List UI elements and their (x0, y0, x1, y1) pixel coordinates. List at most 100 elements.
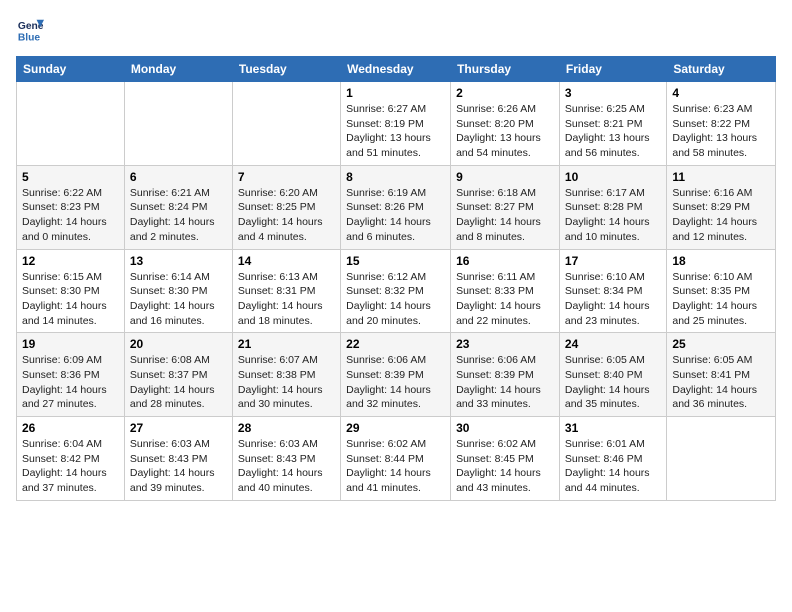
day-info: Sunrise: 6:07 AM Sunset: 8:38 PM Dayligh… (238, 353, 335, 412)
logo-icon: General Blue (16, 16, 44, 44)
day-info: Sunrise: 6:15 AM Sunset: 8:30 PM Dayligh… (22, 270, 119, 329)
day-info: Sunrise: 6:02 AM Sunset: 8:45 PM Dayligh… (456, 437, 554, 496)
calendar-cell: 22 Sunrise: 6:06 AM Sunset: 8:39 PM Dayli… (341, 333, 451, 417)
calendar-cell: 25 Sunrise: 6:05 AM Sunset: 8:41 PM Dayli… (667, 333, 776, 417)
day-number: 31 (565, 421, 661, 435)
calendar-table: SundayMondayTuesdayWednesdayThursdayFrid… (16, 56, 776, 501)
day-number: 13 (130, 254, 227, 268)
day-number: 24 (565, 337, 661, 351)
page-header: General Blue (16, 16, 776, 44)
calendar-cell: 17Sunrise: 6:10 AM Sunset: 8:34 PM Dayli… (559, 249, 666, 333)
day-info: Sunrise: 6:12 AM Sunset: 8:32 PM Dayligh… (346, 270, 445, 329)
day-info: Sunrise: 6:27 AM Sunset: 8:19 PM Dayligh… (346, 102, 445, 161)
day-info: Sunrise: 6:25 AM Sunset: 8:21 PM Dayligh… (565, 102, 661, 161)
day-number: 16 (456, 254, 554, 268)
weekday-header: Tuesday (232, 57, 340, 82)
day-info: Sunrise: 6:03 AM Sunset: 8:43 PM Dayligh… (130, 437, 227, 496)
calendar-cell: 3Sunrise: 6:25 AM Sunset: 8:21 PM Daylig… (559, 82, 666, 166)
day-number: 12 (22, 254, 119, 268)
calendar-cell: 15 Sunrise: 6:12 AM Sunset: 8:32 PM Dayli… (341, 249, 451, 333)
calendar-cell: 12 Sunrise: 6:15 AM Sunset: 8:30 PM Dayli… (17, 249, 125, 333)
calendar-cell: 7 Sunrise: 6:20 AM Sunset: 8:25 PM Daylig… (232, 165, 340, 249)
day-number: 2 (456, 86, 554, 100)
calendar-week-row: 19 Sunrise: 6:09 AM Sunset: 8:36 PM Dayli… (17, 333, 776, 417)
day-info: Sunrise: 6:06 AM Sunset: 8:39 PM Dayligh… (346, 353, 445, 412)
day-number: 19 (22, 337, 119, 351)
day-info: Sunrise: 6:22 AM Sunset: 8:23 PM Dayligh… (22, 186, 119, 245)
day-info: Sunrise: 6:10 AM Sunset: 8:34 PM Dayligh… (565, 270, 661, 329)
day-info: Sunrise: 6:17 AM Sunset: 8:28 PM Dayligh… (565, 186, 661, 245)
weekday-header: Saturday (667, 57, 776, 82)
calendar-cell: 5Sunrise: 6:22 AM Sunset: 8:23 PM Daylig… (17, 165, 125, 249)
calendar-week-row: 5Sunrise: 6:22 AM Sunset: 8:23 PM Daylig… (17, 165, 776, 249)
calendar-cell: 10 Sunrise: 6:17 AM Sunset: 8:28 PM Dayli… (559, 165, 666, 249)
calendar-cell: 9Sunrise: 6:18 AM Sunset: 8:27 PM Daylig… (451, 165, 560, 249)
day-number: 28 (238, 421, 335, 435)
calendar-cell: 28 Sunrise: 6:03 AM Sunset: 8:43 PM Dayli… (232, 417, 340, 501)
calendar-cell: 26 Sunrise: 6:04 AM Sunset: 8:42 PM Dayli… (17, 417, 125, 501)
day-number: 25 (672, 337, 770, 351)
calendar-cell: 20 Sunrise: 6:08 AM Sunset: 8:37 PM Dayli… (124, 333, 232, 417)
day-number: 29 (346, 421, 445, 435)
calendar-week-row: 1 Sunrise: 6:27 AM Sunset: 8:19 PM Daylig… (17, 82, 776, 166)
day-info: Sunrise: 6:16 AM Sunset: 8:29 PM Dayligh… (672, 186, 770, 245)
calendar-cell (667, 417, 776, 501)
weekday-header: Sunday (17, 57, 125, 82)
weekday-header: Monday (124, 57, 232, 82)
day-number: 23 (456, 337, 554, 351)
day-info: Sunrise: 6:19 AM Sunset: 8:26 PM Dayligh… (346, 186, 445, 245)
day-number: 10 (565, 170, 661, 184)
day-number: 22 (346, 337, 445, 351)
day-info: Sunrise: 6:08 AM Sunset: 8:37 PM Dayligh… (130, 353, 227, 412)
day-info: Sunrise: 6:06 AM Sunset: 8:39 PM Dayligh… (456, 353, 554, 412)
calendar-cell: 1 Sunrise: 6:27 AM Sunset: 8:19 PM Daylig… (341, 82, 451, 166)
weekday-header: Thursday (451, 57, 560, 82)
day-info: Sunrise: 6:11 AM Sunset: 8:33 PM Dayligh… (456, 270, 554, 329)
calendar-cell (124, 82, 232, 166)
day-info: Sunrise: 6:03 AM Sunset: 8:43 PM Dayligh… (238, 437, 335, 496)
calendar-cell: 13 Sunrise: 6:14 AM Sunset: 8:30 PM Dayli… (124, 249, 232, 333)
calendar-cell: 29 Sunrise: 6:02 AM Sunset: 8:44 PM Dayli… (341, 417, 451, 501)
calendar-cell: 16 Sunrise: 6:11 AM Sunset: 8:33 PM Dayli… (451, 249, 560, 333)
day-number: 26 (22, 421, 119, 435)
day-info: Sunrise: 6:10 AM Sunset: 8:35 PM Dayligh… (672, 270, 770, 329)
day-info: Sunrise: 6:14 AM Sunset: 8:30 PM Dayligh… (130, 270, 227, 329)
day-number: 21 (238, 337, 335, 351)
day-info: Sunrise: 6:04 AM Sunset: 8:42 PM Dayligh… (22, 437, 119, 496)
day-info: Sunrise: 6:21 AM Sunset: 8:24 PM Dayligh… (130, 186, 227, 245)
logo: General Blue (16, 16, 44, 44)
day-info: Sunrise: 6:26 AM Sunset: 8:20 PM Dayligh… (456, 102, 554, 161)
day-number: 14 (238, 254, 335, 268)
day-info: Sunrise: 6:02 AM Sunset: 8:44 PM Dayligh… (346, 437, 445, 496)
day-number: 9 (456, 170, 554, 184)
calendar-cell: 21 Sunrise: 6:07 AM Sunset: 8:38 PM Dayli… (232, 333, 340, 417)
calendar-cell: 30Sunrise: 6:02 AM Sunset: 8:45 PM Dayli… (451, 417, 560, 501)
day-number: 11 (672, 170, 770, 184)
weekday-header: Friday (559, 57, 666, 82)
day-info: Sunrise: 6:09 AM Sunset: 8:36 PM Dayligh… (22, 353, 119, 412)
weekday-header: Wednesday (341, 57, 451, 82)
day-number: 6 (130, 170, 227, 184)
day-number: 15 (346, 254, 445, 268)
day-number: 27 (130, 421, 227, 435)
calendar-week-row: 12 Sunrise: 6:15 AM Sunset: 8:30 PM Dayli… (17, 249, 776, 333)
day-info: Sunrise: 6:23 AM Sunset: 8:22 PM Dayligh… (672, 102, 770, 161)
day-number: 1 (346, 86, 445, 100)
svg-text:Blue: Blue (18, 32, 41, 43)
day-info: Sunrise: 6:05 AM Sunset: 8:41 PM Dayligh… (672, 353, 770, 412)
calendar-cell: 19 Sunrise: 6:09 AM Sunset: 8:36 PM Dayli… (17, 333, 125, 417)
day-number: 20 (130, 337, 227, 351)
calendar-cell: 6 Sunrise: 6:21 AM Sunset: 8:24 PM Daylig… (124, 165, 232, 249)
day-number: 4 (672, 86, 770, 100)
calendar-cell: 2 Sunrise: 6:26 AM Sunset: 8:20 PM Daylig… (451, 82, 560, 166)
calendar-cell: 23 Sunrise: 6:06 AM Sunset: 8:39 PM Dayli… (451, 333, 560, 417)
calendar-cell: 27 Sunrise: 6:03 AM Sunset: 8:43 PM Dayli… (124, 417, 232, 501)
day-number: 7 (238, 170, 335, 184)
day-number: 8 (346, 170, 445, 184)
day-info: Sunrise: 6:13 AM Sunset: 8:31 PM Dayligh… (238, 270, 335, 329)
day-info: Sunrise: 6:20 AM Sunset: 8:25 PM Dayligh… (238, 186, 335, 245)
day-info: Sunrise: 6:01 AM Sunset: 8:46 PM Dayligh… (565, 437, 661, 496)
calendar-cell: 11 Sunrise: 6:16 AM Sunset: 8:29 PM Dayli… (667, 165, 776, 249)
calendar-cell: 31 Sunrise: 6:01 AM Sunset: 8:46 PM Dayli… (559, 417, 666, 501)
calendar-cell (17, 82, 125, 166)
